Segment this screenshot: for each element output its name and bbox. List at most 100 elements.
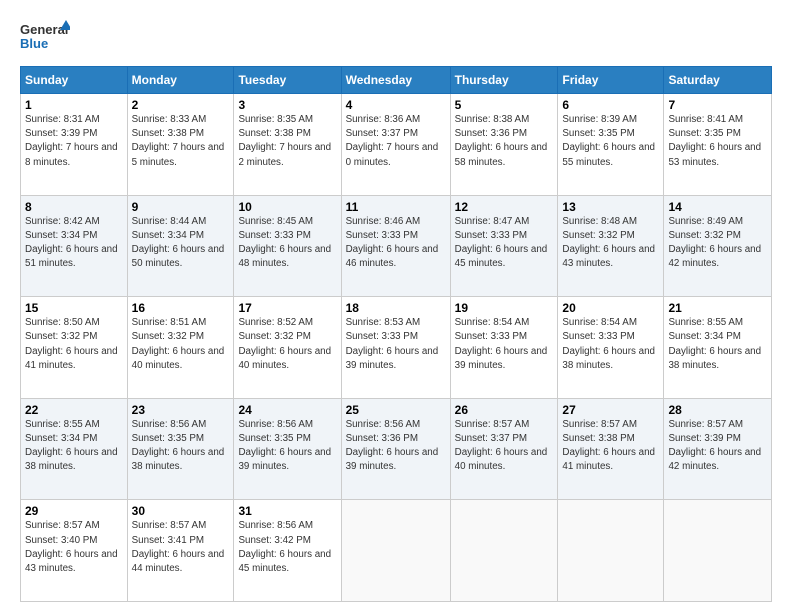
day-number: 26 [455, 403, 554, 417]
day-info: Sunrise: 8:46 AMSunset: 3:33 PMDaylight:… [346, 216, 439, 270]
day-number: 10 [238, 200, 336, 214]
day-number: 30 [132, 504, 230, 518]
calendar-cell: 15 Sunrise: 8:50 AMSunset: 3:32 PMDaylig… [21, 297, 128, 399]
day-info: Sunrise: 8:57 AMSunset: 3:40 PMDaylight:… [25, 520, 118, 574]
calendar-cell: 24 Sunrise: 8:56 AMSunset: 3:35 PMDaylig… [234, 398, 341, 500]
day-number: 13 [562, 200, 659, 214]
day-info: Sunrise: 8:51 AMSunset: 3:32 PMDaylight:… [132, 317, 225, 371]
page: General Blue SundayMondayTuesdayWednesda… [0, 0, 792, 612]
day-number: 11 [346, 200, 446, 214]
day-of-week-header: Monday [127, 67, 234, 94]
calendar-cell: 4 Sunrise: 8:36 AMSunset: 3:37 PMDayligh… [341, 94, 450, 196]
day-info: Sunrise: 8:47 AMSunset: 3:33 PMDaylight:… [455, 216, 548, 270]
calendar-cell: 12 Sunrise: 8:47 AMSunset: 3:33 PMDaylig… [450, 195, 558, 297]
calendar-week-row: 22 Sunrise: 8:55 AMSunset: 3:34 PMDaylig… [21, 398, 772, 500]
day-info: Sunrise: 8:57 AMSunset: 3:41 PMDaylight:… [132, 520, 225, 574]
day-info: Sunrise: 8:56 AMSunset: 3:36 PMDaylight:… [346, 419, 439, 473]
day-info: Sunrise: 8:31 AMSunset: 3:39 PMDaylight:… [25, 114, 118, 168]
day-number: 14 [668, 200, 767, 214]
calendar-cell: 8 Sunrise: 8:42 AMSunset: 3:34 PMDayligh… [21, 195, 128, 297]
calendar-week-row: 15 Sunrise: 8:50 AMSunset: 3:32 PMDaylig… [21, 297, 772, 399]
day-info: Sunrise: 8:56 AMSunset: 3:35 PMDaylight:… [238, 419, 331, 473]
day-of-week-row: SundayMondayTuesdayWednesdayThursdayFrid… [21, 67, 772, 94]
day-number: 1 [25, 98, 123, 112]
calendar-cell: 26 Sunrise: 8:57 AMSunset: 3:37 PMDaylig… [450, 398, 558, 500]
day-info: Sunrise: 8:36 AMSunset: 3:37 PMDaylight:… [346, 114, 439, 168]
day-number: 29 [25, 504, 123, 518]
day-info: Sunrise: 8:53 AMSunset: 3:33 PMDaylight:… [346, 317, 439, 371]
day-number: 9 [132, 200, 230, 214]
header: General Blue [20, 16, 772, 56]
logo-svg: General Blue [20, 16, 70, 56]
day-number: 25 [346, 403, 446, 417]
calendar-cell: 6 Sunrise: 8:39 AMSunset: 3:35 PMDayligh… [558, 94, 664, 196]
calendar-cell: 11 Sunrise: 8:46 AMSunset: 3:33 PMDaylig… [341, 195, 450, 297]
day-info: Sunrise: 8:54 AMSunset: 3:33 PMDaylight:… [455, 317, 548, 371]
day-of-week-header: Friday [558, 67, 664, 94]
day-number: 12 [455, 200, 554, 214]
svg-text:Blue: Blue [20, 36, 48, 51]
day-of-week-header: Sunday [21, 67, 128, 94]
day-number: 22 [25, 403, 123, 417]
day-number: 20 [562, 301, 659, 315]
day-info: Sunrise: 8:45 AMSunset: 3:33 PMDaylight:… [238, 216, 331, 270]
calendar-cell: 17 Sunrise: 8:52 AMSunset: 3:32 PMDaylig… [234, 297, 341, 399]
day-info: Sunrise: 8:57 AMSunset: 3:37 PMDaylight:… [455, 419, 548, 473]
calendar-cell: 28 Sunrise: 8:57 AMSunset: 3:39 PMDaylig… [664, 398, 772, 500]
day-info: Sunrise: 8:35 AMSunset: 3:38 PMDaylight:… [238, 114, 331, 168]
day-of-week-header: Tuesday [234, 67, 341, 94]
day-info: Sunrise: 8:48 AMSunset: 3:32 PMDaylight:… [562, 216, 655, 270]
day-info: Sunrise: 8:33 AMSunset: 3:38 PMDaylight:… [132, 114, 225, 168]
calendar-cell: 20 Sunrise: 8:54 AMSunset: 3:33 PMDaylig… [558, 297, 664, 399]
day-of-week-header: Thursday [450, 67, 558, 94]
day-info: Sunrise: 8:39 AMSunset: 3:35 PMDaylight:… [562, 114, 655, 168]
day-number: 21 [668, 301, 767, 315]
day-number: 17 [238, 301, 336, 315]
day-number: 19 [455, 301, 554, 315]
day-info: Sunrise: 8:56 AMSunset: 3:35 PMDaylight:… [132, 419, 225, 473]
calendar-cell: 3 Sunrise: 8:35 AMSunset: 3:38 PMDayligh… [234, 94, 341, 196]
day-number: 16 [132, 301, 230, 315]
day-number: 5 [455, 98, 554, 112]
calendar-cell: 14 Sunrise: 8:49 AMSunset: 3:32 PMDaylig… [664, 195, 772, 297]
calendar-cell: 16 Sunrise: 8:51 AMSunset: 3:32 PMDaylig… [127, 297, 234, 399]
calendar-cell: 2 Sunrise: 8:33 AMSunset: 3:38 PMDayligh… [127, 94, 234, 196]
day-info: Sunrise: 8:49 AMSunset: 3:32 PMDaylight:… [668, 216, 761, 270]
calendar-cell: 19 Sunrise: 8:54 AMSunset: 3:33 PMDaylig… [450, 297, 558, 399]
calendar-cell: 22 Sunrise: 8:55 AMSunset: 3:34 PMDaylig… [21, 398, 128, 500]
calendar-cell: 9 Sunrise: 8:44 AMSunset: 3:34 PMDayligh… [127, 195, 234, 297]
day-number: 3 [238, 98, 336, 112]
day-number: 28 [668, 403, 767, 417]
day-number: 24 [238, 403, 336, 417]
day-number: 27 [562, 403, 659, 417]
calendar-cell: 18 Sunrise: 8:53 AMSunset: 3:33 PMDaylig… [341, 297, 450, 399]
day-of-week-header: Saturday [664, 67, 772, 94]
day-number: 2 [132, 98, 230, 112]
day-info: Sunrise: 8:38 AMSunset: 3:36 PMDaylight:… [455, 114, 548, 168]
day-number: 15 [25, 301, 123, 315]
calendar-cell: 30 Sunrise: 8:57 AMSunset: 3:41 PMDaylig… [127, 500, 234, 602]
day-info: Sunrise: 8:56 AMSunset: 3:42 PMDaylight:… [238, 520, 331, 574]
calendar-body: 1 Sunrise: 8:31 AMSunset: 3:39 PMDayligh… [21, 94, 772, 602]
day-number: 6 [562, 98, 659, 112]
day-info: Sunrise: 8:55 AMSunset: 3:34 PMDaylight:… [25, 419, 118, 473]
day-info: Sunrise: 8:44 AMSunset: 3:34 PMDaylight:… [132, 216, 225, 270]
calendar-cell: 10 Sunrise: 8:45 AMSunset: 3:33 PMDaylig… [234, 195, 341, 297]
day-number: 31 [238, 504, 336, 518]
day-info: Sunrise: 8:57 AMSunset: 3:38 PMDaylight:… [562, 419, 655, 473]
day-number: 4 [346, 98, 446, 112]
calendar-cell: 21 Sunrise: 8:55 AMSunset: 3:34 PMDaylig… [664, 297, 772, 399]
calendar-cell: 29 Sunrise: 8:57 AMSunset: 3:40 PMDaylig… [21, 500, 128, 602]
calendar-cell: 7 Sunrise: 8:41 AMSunset: 3:35 PMDayligh… [664, 94, 772, 196]
calendar-cell: 5 Sunrise: 8:38 AMSunset: 3:36 PMDayligh… [450, 94, 558, 196]
day-info: Sunrise: 8:41 AMSunset: 3:35 PMDaylight:… [668, 114, 761, 168]
day-info: Sunrise: 8:42 AMSunset: 3:34 PMDaylight:… [25, 216, 118, 270]
day-of-week-header: Wednesday [341, 67, 450, 94]
calendar-week-row: 8 Sunrise: 8:42 AMSunset: 3:34 PMDayligh… [21, 195, 772, 297]
calendar-cell [558, 500, 664, 602]
day-number: 8 [25, 200, 123, 214]
day-info: Sunrise: 8:54 AMSunset: 3:33 PMDaylight:… [562, 317, 655, 371]
calendar-week-row: 29 Sunrise: 8:57 AMSunset: 3:40 PMDaylig… [21, 500, 772, 602]
calendar-week-row: 1 Sunrise: 8:31 AMSunset: 3:39 PMDayligh… [21, 94, 772, 196]
calendar-cell [664, 500, 772, 602]
